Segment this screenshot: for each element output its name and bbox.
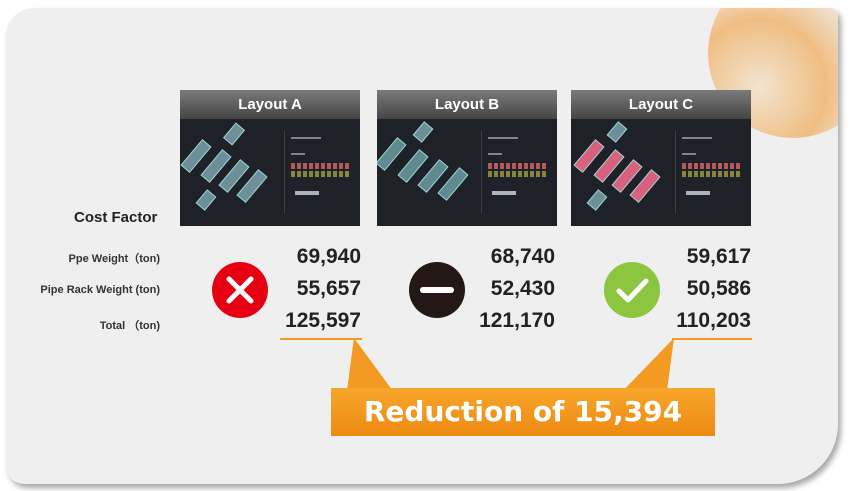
row-label-pipe-weight: Ppe Weight（ton) (68, 253, 160, 265)
layout-a-info-panel (284, 131, 355, 213)
layout-c-thumbnail (571, 119, 751, 226)
layout-b-info-panel (481, 131, 552, 213)
layout-c-header: Layout C (571, 90, 751, 119)
layout-c-rack-weight: 50,586 (686, 277, 751, 300)
layout-a-column: Layout A (180, 90, 360, 226)
cost-factor-heading: Cost Factor (74, 209, 158, 226)
row-label-total: Total （ton) (99, 320, 160, 332)
layout-c-pipe-weight: 59,617 (686, 245, 751, 268)
layout-a-header: Layout A (180, 90, 360, 119)
layout-b-column: Layout B (377, 90, 557, 226)
layout-b-rack-weight: 52,430 (490, 277, 555, 300)
plant-layout-diagram (377, 119, 477, 226)
minus-circle-icon (409, 262, 465, 318)
layout-a-thumbnail (180, 119, 360, 226)
plant-layout-diagram (180, 119, 280, 226)
plant-layout-diagram (571, 119, 671, 226)
layout-c-values: 59,617 50,586 110,203 (661, 246, 751, 342)
layout-a-rack-weight: 55,657 (296, 277, 361, 300)
layout-b-values: 68,740 52,430 121,170 (465, 246, 555, 342)
x-circle-icon (212, 262, 268, 318)
layout-c-info-panel (675, 131, 746, 213)
layout-c-column: Layout C (571, 90, 751, 226)
layout-b-header: Layout B (377, 90, 557, 119)
layout-a-pipe-weight: 69,940 (296, 245, 361, 268)
layout-b-pipe-weight: 68,740 (490, 245, 555, 268)
reduction-banner: Reduction of 15,394 (331, 388, 715, 436)
layout-b-thumbnail (377, 119, 557, 226)
row-label-rack-weight: Pipe Rack Weight (ton) (40, 284, 160, 296)
layout-a-values: 69,940 55,657 125,597 (271, 246, 361, 342)
check-circle-icon (604, 262, 660, 318)
